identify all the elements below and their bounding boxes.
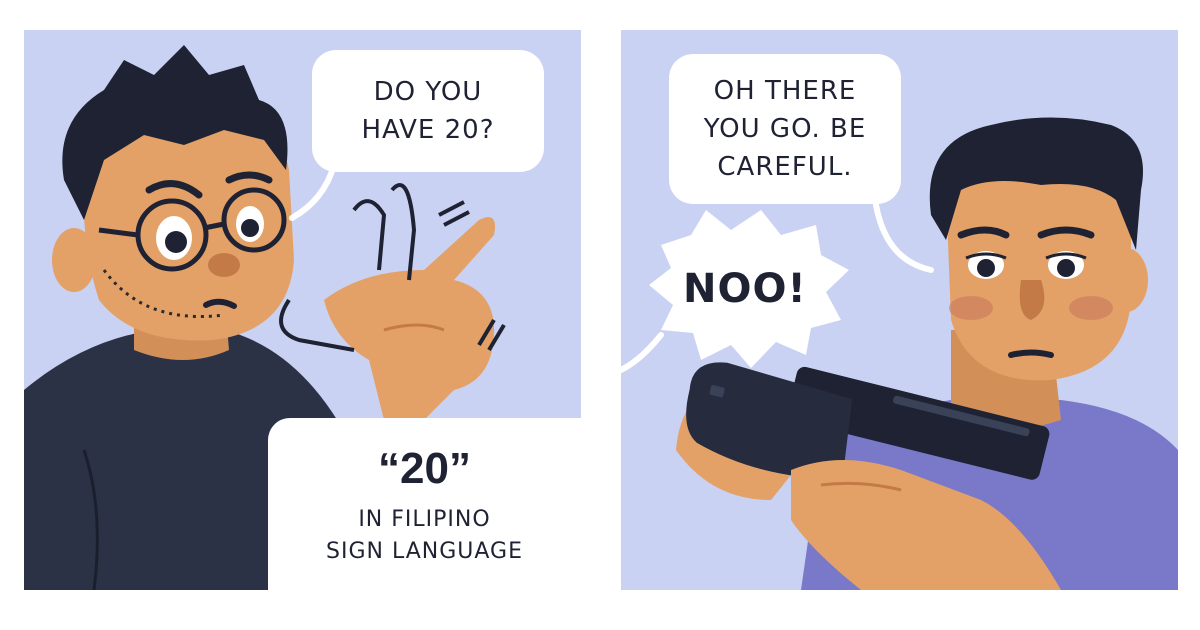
speech-line: OH THERE: [713, 76, 857, 106]
caption-line: IN FILIPINO: [358, 507, 491, 532]
exclamation-text: NOO!: [683, 266, 807, 312]
comic-panel-left: DO YOU HAVE 20? “20” IN FILIPINO SIGN LA…: [24, 30, 581, 590]
comic-panel-right: OH THERE YOU GO. BE CAREFUL. NOO!: [621, 30, 1178, 590]
caption-line: SIGN LANGUAGE: [326, 539, 523, 564]
speech-line: HAVE 20?: [361, 115, 495, 145]
speech-bubble-right: OH THERE YOU GO. BE CAREFUL.: [669, 54, 901, 204]
signing-hand: [324, 217, 495, 420]
caption-subtitle: IN FILIPINO SIGN LANGUAGE: [268, 504, 581, 568]
speech-line: DO YOU: [373, 77, 483, 107]
speech-bubble-left: DO YOU HAVE 20?: [312, 50, 544, 172]
speech-line: YOU GO. BE: [703, 114, 867, 144]
caption-box: “20” IN FILIPINO SIGN LANGUAGE: [268, 418, 581, 590]
speech-line: CAREFUL.: [717, 152, 853, 182]
caption-title: “20”: [378, 444, 471, 493]
